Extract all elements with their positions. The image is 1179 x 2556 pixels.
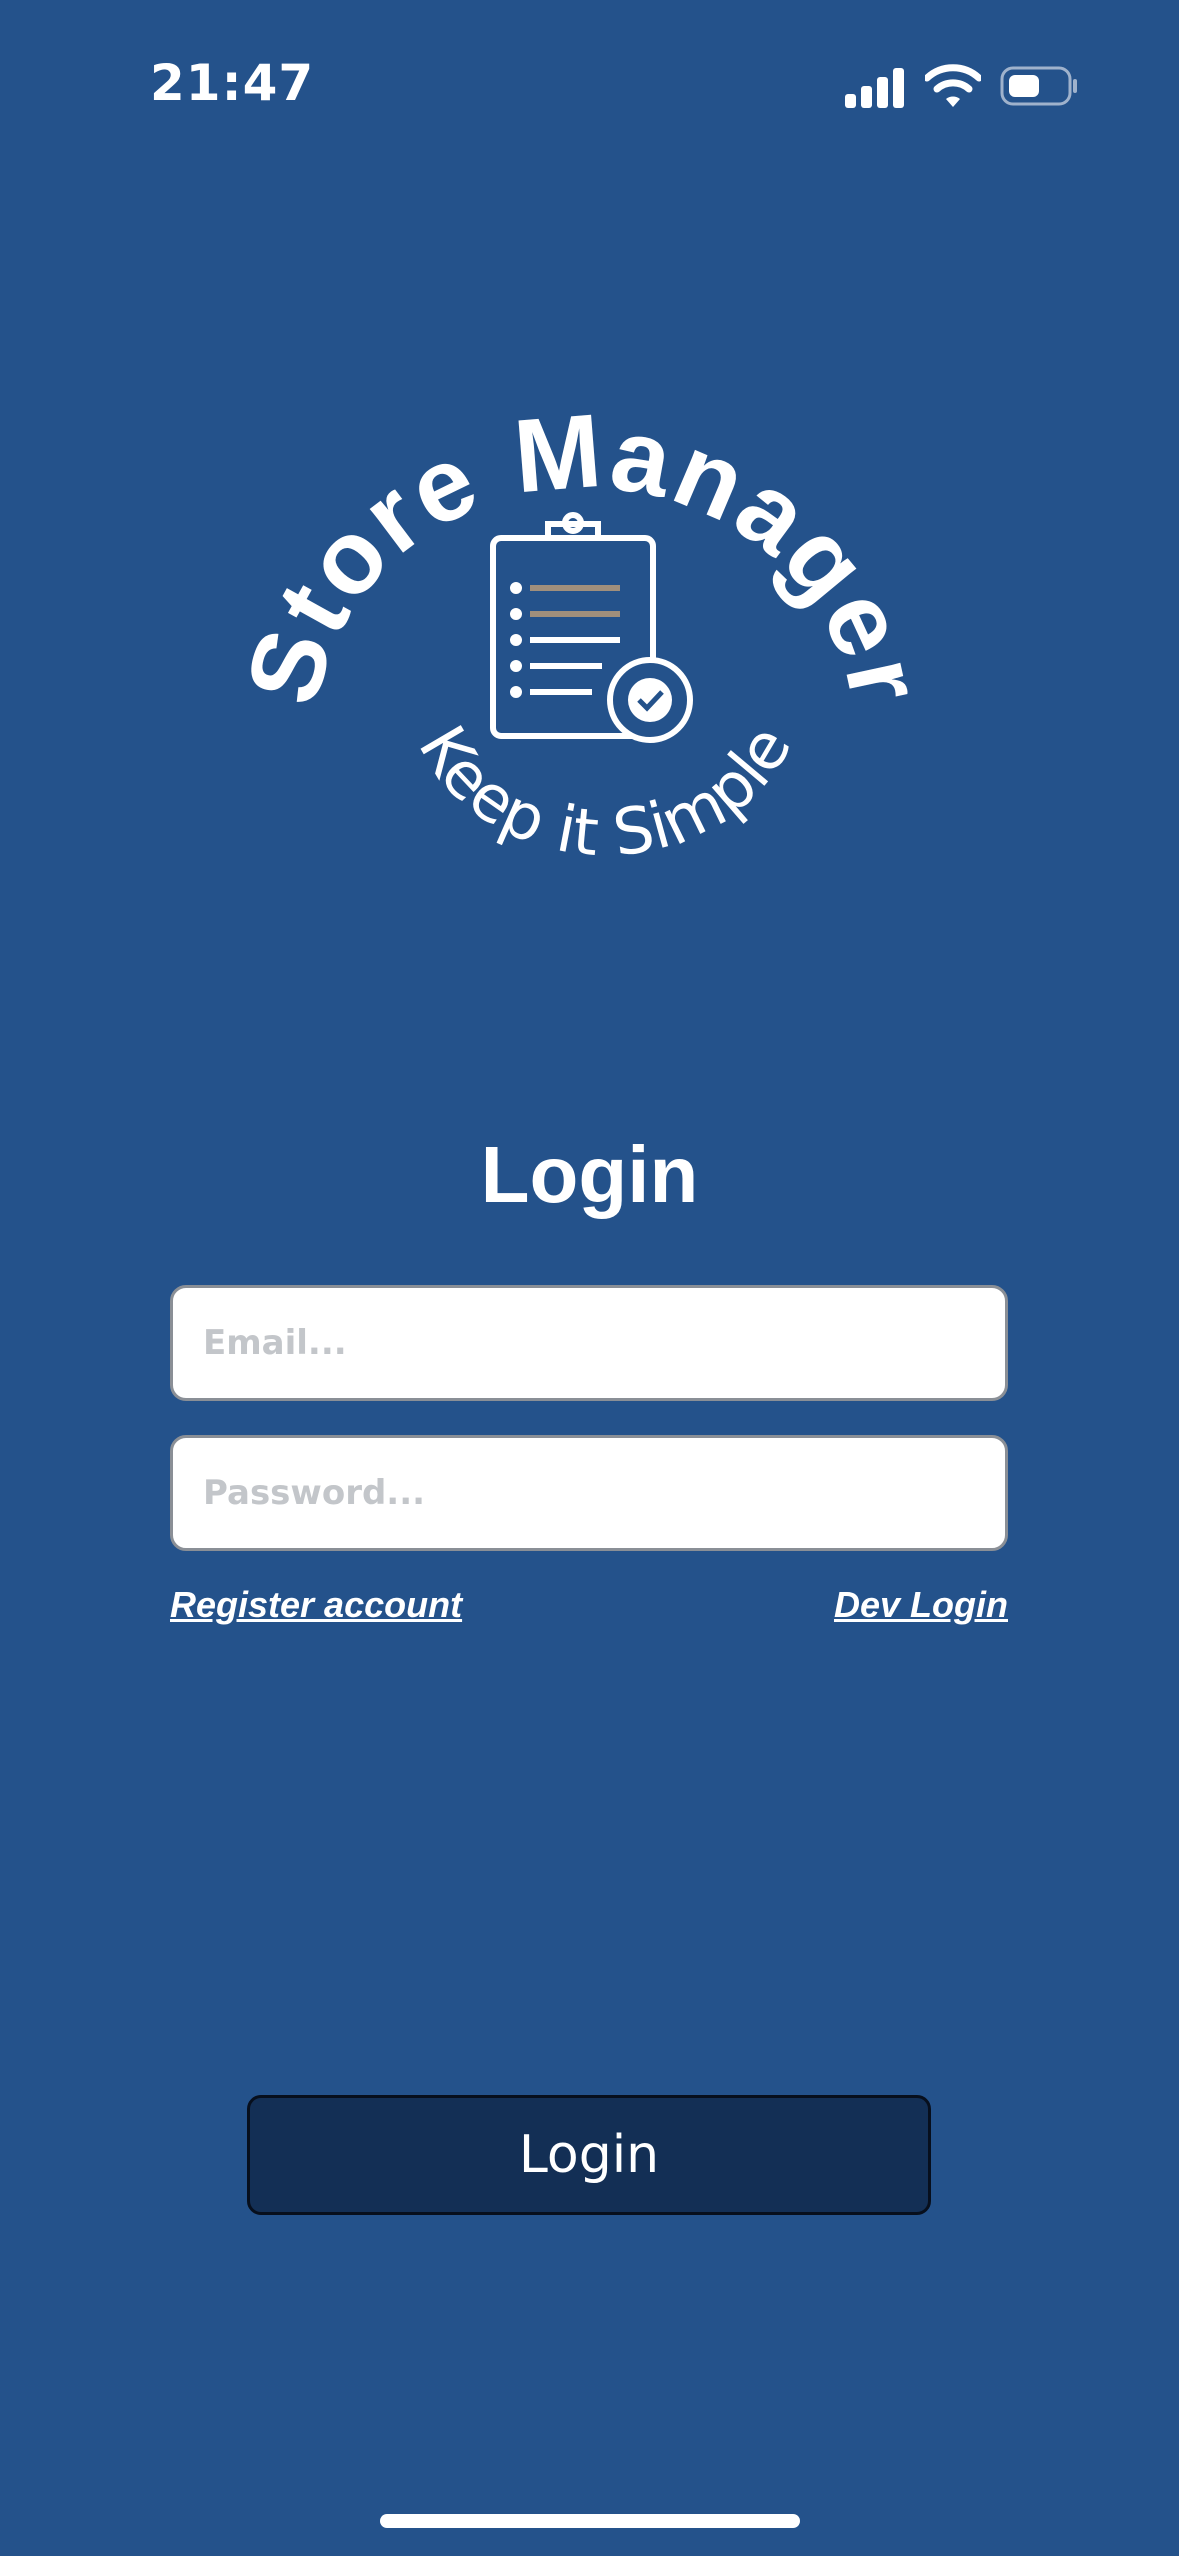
status-bar: 21:47 xyxy=(0,0,1179,170)
email-field[interactable] xyxy=(170,1285,1008,1401)
dev-login-link[interactable]: Dev Login xyxy=(834,1580,1008,1630)
cellular-signal-icon xyxy=(845,64,905,108)
status-time: 21:47 xyxy=(150,54,315,112)
store-manager-logo: Store Manager Keep it Simple xyxy=(230,393,942,872)
login-button[interactable]: Login xyxy=(247,2095,931,2215)
login-title: Login xyxy=(480,1130,699,1219)
clipboard-check-icon xyxy=(490,512,693,743)
register-account-link[interactable]: Register account xyxy=(170,1580,462,1630)
home-indicator[interactable] xyxy=(380,2514,800,2528)
password-field[interactable] xyxy=(170,1435,1008,1551)
wifi-icon xyxy=(925,64,981,107)
battery-icon xyxy=(1000,66,1077,106)
